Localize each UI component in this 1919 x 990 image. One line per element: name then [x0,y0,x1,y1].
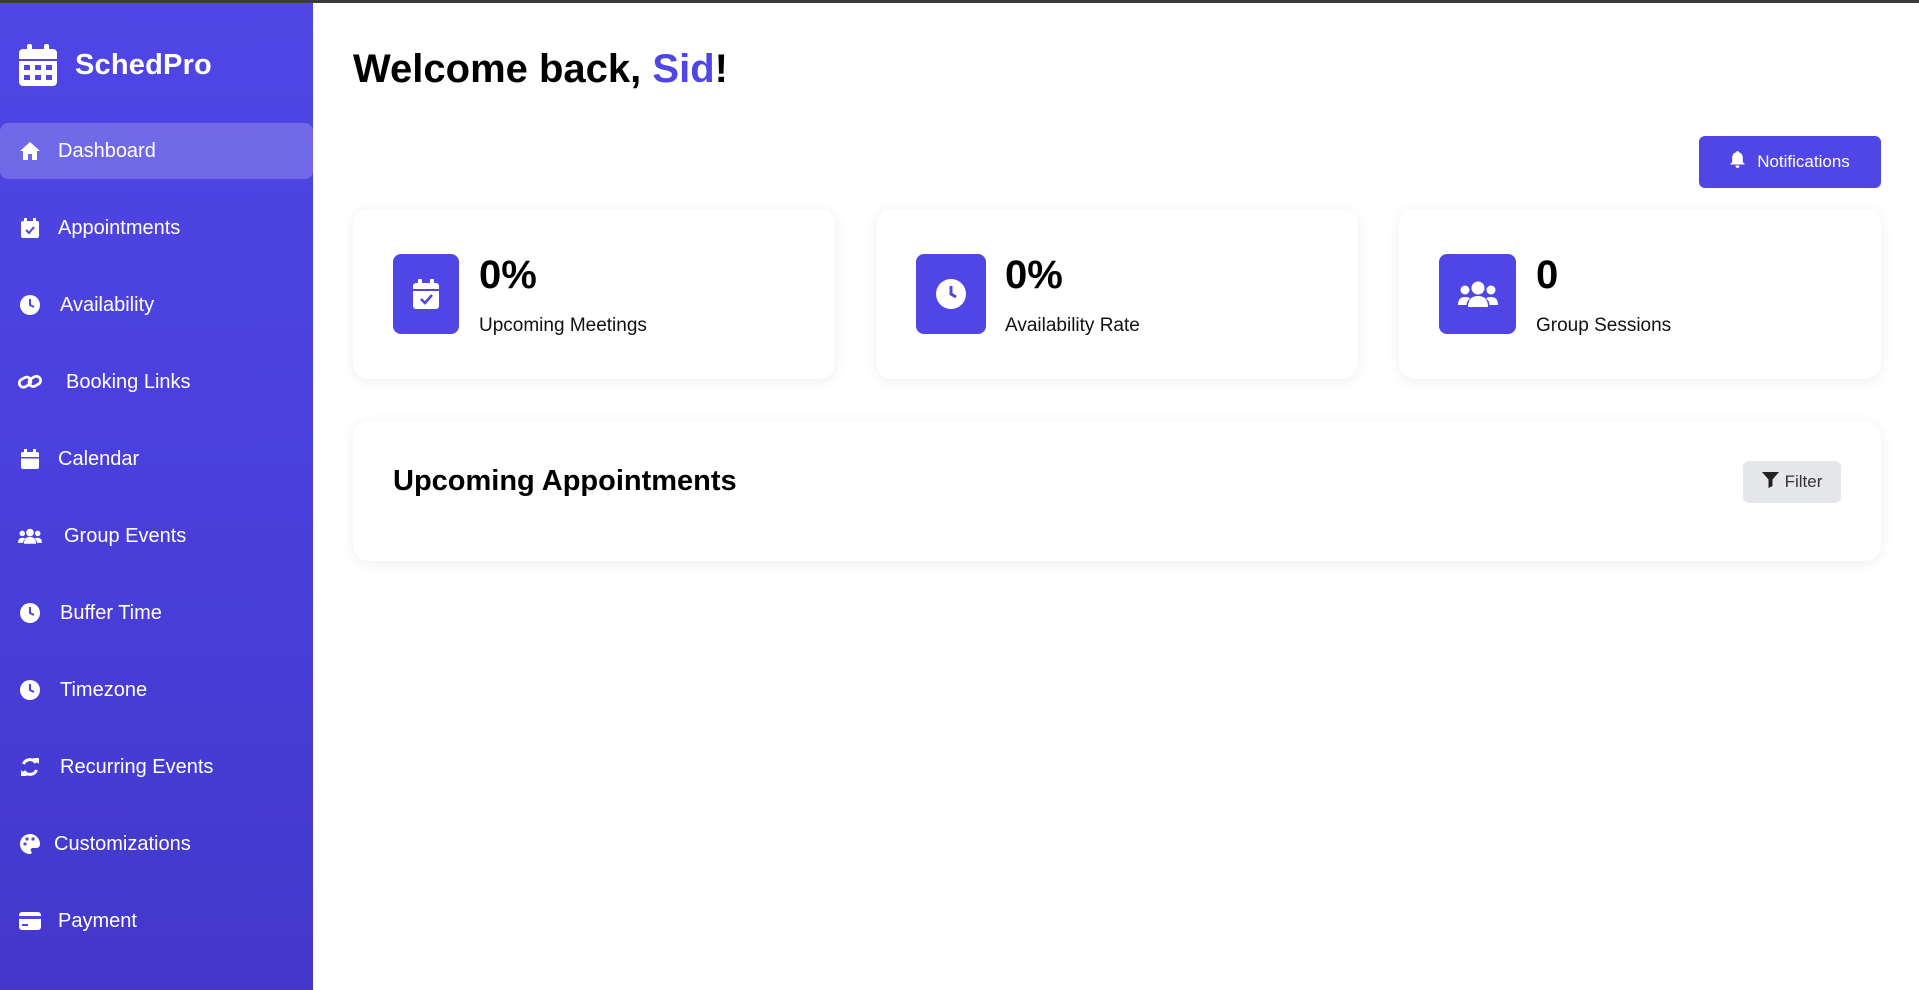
sidebar-item-label: Booking Links [66,370,191,393]
filter-label: Filter [1784,472,1823,491]
sidebar-item-group-events[interactable]: Group Events [0,508,313,564]
sidebar-item-label: Customizations [54,832,191,855]
stat-value: 0% [1005,253,1063,297]
stat-card-group-sessions: 0 Group Sessions [1399,209,1881,379]
stat-label: Availability Rate [1005,315,1140,336]
calendar-icon [18,447,42,471]
sidebar-item-appointments[interactable]: Appointments [0,200,313,256]
stat-label: Group Sessions [1536,315,1672,336]
section-title: Upcoming Appointments [393,465,737,497]
clock-icon [18,293,42,317]
sidebar-item-label: Group Events [64,524,187,547]
clock-icon [916,254,986,334]
sidebar: SchedPro Dashboard Appointments Availabi… [0,3,313,990]
sidebar-item-recurring-events[interactable]: Recurring Events [0,739,313,795]
sidebar-item-payment[interactable]: Payment [0,893,313,949]
stat-card-upcoming-meetings: 0% Upcoming Meetings [353,209,835,379]
credit-card-icon [18,909,42,933]
brand-name: SchedPro [75,48,212,81]
sidebar-item-label: Dashboard [58,139,156,162]
clock-icon [18,601,42,625]
sidebar-item-availability[interactable]: Availability [0,277,313,333]
users-icon [18,524,42,548]
home-icon [18,139,42,163]
bell-icon [1730,151,1746,173]
sync-icon [18,755,42,779]
notifications-button[interactable]: Notifications [1699,136,1881,188]
calendar-check-icon [18,216,42,240]
sidebar-item-calendar[interactable]: Calendar [0,431,313,487]
sidebar-item-label: Calendar [58,447,140,470]
welcome-prefix: Welcome back, [353,47,653,91]
stat-label: Upcoming Meetings [479,315,647,336]
sidebar-item-dashboard[interactable]: Dashboard [0,123,313,179]
sidebar-item-label: Availability [60,293,155,316]
upcoming-appointments-panel: Upcoming Appointments Filter [353,421,1881,561]
sidebar-item-buffer-time[interactable]: Buffer Time [0,585,313,641]
users-icon [1439,254,1516,334]
sidebar-item-label: Payment [58,909,137,932]
calendar-check-icon [393,254,459,334]
main-content: Welcome back, Sid! Notifications 0% Upco… [313,3,1919,990]
sidebar-item-label: Timezone [60,678,148,701]
brand[interactable]: SchedPro [19,43,212,87]
sidebar-item-label: Buffer Time [60,601,162,624]
sidebar-item-timezone[interactable]: Timezone [0,662,313,718]
clock-icon [18,678,42,702]
welcome-suffix: ! [714,47,728,91]
sidebar-item-customizations[interactable]: Customizations [0,816,313,872]
stat-value: 0% [479,253,537,297]
sidebar-item-booking-links[interactable]: Booking Links [0,354,313,410]
stat-value: 0 [1536,253,1559,297]
sidebar-item-label: Appointments [58,216,181,239]
filter-icon [1761,471,1779,493]
user-name: Sid [652,47,715,91]
filter-button[interactable]: Filter [1743,461,1841,503]
link-icon [18,370,42,394]
palette-icon [18,832,42,856]
notifications-label: Notifications [1757,152,1850,171]
calendar-logo-icon [19,43,57,87]
page-title: Welcome back, Sid! [353,47,728,92]
sidebar-item-label: Recurring Events [60,755,214,778]
stat-card-availability-rate: 0% Availability Rate [876,209,1358,379]
